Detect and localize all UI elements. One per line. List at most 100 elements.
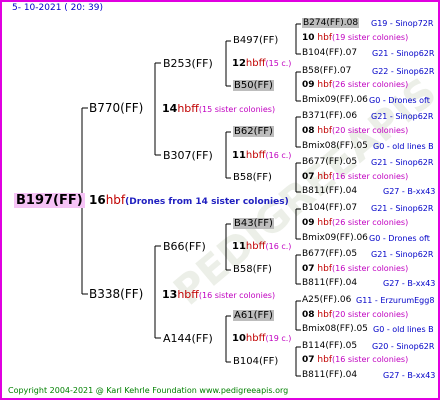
gen4-num: 07: [302, 264, 315, 274]
gen2-num: 11: [232, 241, 246, 252]
gen2-colonies-line: 11hbff(16 c.): [232, 242, 291, 252]
gen4-annotation: G0 - Drones oft: [369, 96, 430, 105]
gen4-hbf: hbf: [317, 172, 332, 182]
gen4-drone[interactable]: B104(FF).07: [302, 49, 357, 58]
gen4-drone[interactable]: Bmix08(FF).05: [302, 325, 368, 334]
gen1-colonies-line: 13hbff(16 sister colonies): [162, 289, 275, 300]
gen4-drone[interactable]: Bmix09(FF).06: [302, 234, 368, 243]
gen2-num: 12: [232, 58, 246, 69]
gen4-drone[interactable]: Bmix08(FF).05: [302, 142, 368, 151]
gen4-colonies-line: 09 hbf(26 sister colonies): [302, 219, 408, 228]
gen2-colonies: (19 c.): [265, 334, 292, 343]
root-num: 16: [89, 193, 106, 207]
gen4-colonies-line: 10 hbf(19 sister colonies): [302, 34, 408, 43]
gen4-annotation: G21 - Sinop62R: [371, 204, 434, 213]
gen3-queen[interactable]: B62(FF): [233, 126, 274, 137]
gen4-colonies: (20 sister colonies): [332, 310, 409, 319]
gen1-num: 14: [162, 102, 178, 115]
gen4-hbf: hbf: [317, 33, 332, 43]
gen4-colonies-line: 09 hbf(26 sister colonies): [302, 81, 408, 90]
gen4-annotation: G20 - Sinop62R: [372, 342, 435, 351]
gen4-drone[interactable]: B811(FF).04: [302, 371, 357, 380]
gen4-num: 09: [302, 218, 315, 228]
gen4-drone-label: B811(FF).04: [302, 186, 358, 196]
gen4-annotation: G0 - Drones oft: [369, 234, 430, 243]
gen4-hbf: hbf: [317, 310, 332, 320]
gen4-queen-label: B274(FF).08: [302, 18, 360, 28]
gen1-queen[interactable]: B770(FF): [89, 102, 143, 114]
gen3-label: B58(FF): [233, 264, 272, 275]
gen3-queen[interactable]: B58(FF): [233, 265, 272, 275]
gen4-queen[interactable]: B274(FF).08: [302, 18, 360, 28]
gen4-drone-label: B104(FF).07: [302, 48, 358, 58]
gen2-queen[interactable]: A144(FF): [163, 333, 213, 344]
gen3-label: B104(FF): [233, 356, 279, 367]
gen4-drone[interactable]: Bmix09(FF).06: [302, 96, 368, 105]
gen4-queen[interactable]: B58(FF).07: [302, 67, 351, 76]
gen4-annotation: G21 - Sinop62R: [371, 250, 434, 259]
gen1-queen[interactable]: B338(FF): [89, 288, 143, 300]
gen4-annotation: G21 - Sinop62R: [372, 49, 435, 58]
gen2-colonies-line: 11hbff(16 c.): [232, 151, 291, 161]
gen4-hbf: hbf: [317, 355, 332, 365]
gen4-queen[interactable]: B371(FF).06: [302, 112, 357, 121]
gen4-queen-label: A25(FF).06: [302, 295, 352, 305]
gen4-queen[interactable]: B114(FF).05: [302, 342, 357, 351]
gen2-queen[interactable]: B253(FF): [163, 58, 213, 69]
root-hbf: hbf: [105, 193, 126, 207]
root-colonies-line: 16hbf(Drones from 14 sister colonies): [89, 194, 289, 207]
gen3-queen[interactable]: A61(FF): [233, 310, 274, 321]
gen3-queen[interactable]: B104(FF): [233, 357, 278, 367]
gen4-hbf: hbf: [317, 80, 332, 90]
gen3-label: B50(FF): [233, 80, 274, 91]
gen4-colonies-line: 08 hbf(20 sister colonies): [302, 127, 408, 136]
gen4-num: 07: [302, 172, 315, 182]
gen4-colonies: (16 sister colonies): [332, 172, 409, 181]
gen4-drone[interactable]: B811(FF).04: [302, 279, 357, 288]
gen4-drone[interactable]: B811(FF).04: [302, 187, 357, 196]
gen3-label: B58(FF): [233, 172, 272, 183]
gen4-hbf: hbf: [317, 264, 332, 274]
gen2-num: 10: [232, 333, 246, 344]
gen4-annotation: G27 - B-xx43: [383, 187, 436, 196]
gen2-queen[interactable]: B66(FF): [163, 241, 206, 252]
gen2-colonies: (15 c.): [265, 59, 292, 68]
gen3-queen[interactable]: B43(FF): [233, 218, 274, 229]
gen4-queen-label: B677(FF).05: [302, 249, 358, 259]
gen4-queen-label: B677(FF).05: [302, 157, 358, 167]
root-colonies: (Drones from 14 sister colonies): [125, 197, 289, 207]
gen2-hbf: hbff: [245, 333, 266, 344]
gen4-queen[interactable]: A25(FF).06: [302, 296, 351, 305]
gen4-num: 08: [302, 310, 315, 320]
gen4-drone-label: Bmix09(FF).06: [302, 233, 368, 243]
gen3-queen[interactable]: B58(FF): [233, 173, 272, 183]
gen4-annotation: G27 - B-xx43: [383, 279, 436, 288]
report-date: 5- 10-2021 ( 20: 39): [12, 3, 103, 13]
gen4-colonies: (16 sister colonies): [332, 355, 409, 364]
gen4-drone-label: Bmix08(FF).05: [302, 141, 368, 151]
gen4-queen[interactable]: B677(FF).05: [302, 250, 357, 259]
gen4-annotation: G19 - Sinop72R: [371, 19, 434, 28]
gen1-hbf: hbff: [177, 288, 199, 301]
gen4-hbf: hbf: [317, 126, 332, 136]
root-queen[interactable]: B197(FF): [14, 193, 85, 208]
gen2-colonies: (16 c.): [265, 151, 292, 160]
gen4-annotation: G21 - Sinop62R: [371, 158, 434, 167]
gen3-label: B497(FF): [233, 35, 279, 46]
gen4-num: 07: [302, 355, 315, 365]
gen4-queen[interactable]: B104(FF).07: [302, 204, 357, 213]
gen2-queen[interactable]: B307(FF): [163, 150, 213, 161]
pedigree-page: PEDIGREEAPIS 5- 10-2021 (20: 39) B197(F…: [0, 0, 440, 400]
gen2-hbf: hbff: [245, 150, 266, 161]
gen2-colonies: (16 c.): [265, 242, 292, 251]
gen4-colonies-line: 07 hbf(16 sister colonies): [302, 265, 408, 274]
gen3-label: A61(FF): [233, 310, 274, 321]
gen4-num: 08: [302, 126, 315, 136]
gen4-colonies: (16 sister colonies): [332, 264, 409, 273]
gen1-colonies-line: 14hbff(15 sister colonies): [162, 103, 275, 114]
gen3-queen[interactable]: B497(FF): [233, 36, 278, 46]
gen3-queen[interactable]: B50(FF): [233, 80, 274, 91]
gen4-queen[interactable]: B677(FF).05: [302, 158, 357, 167]
gen2-colonies-line: 10hbff(19 c.): [232, 334, 291, 344]
gen4-annotation: G27 - B-xx43: [383, 371, 436, 380]
